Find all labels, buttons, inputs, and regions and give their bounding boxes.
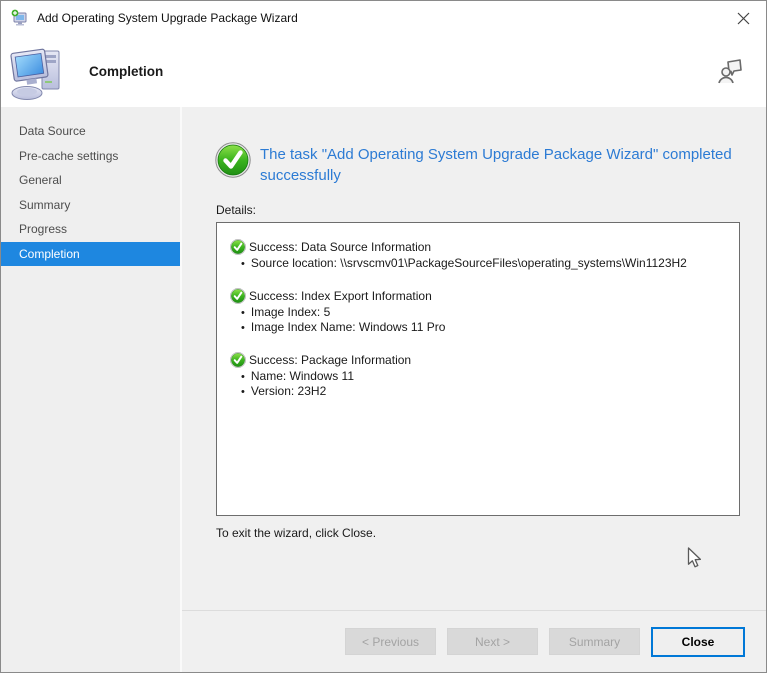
bullet-item: Image Index Name: Windows 11 Pro [241, 320, 729, 336]
section-title-row: Success: Data Source Information [230, 239, 729, 255]
bullet-item: Name: Windows 11 [241, 369, 729, 385]
section-bullets: Source location: \\srvscmv01\PackageSour… [230, 256, 729, 272]
exit-hint: To exit the wizard, click Close. [216, 526, 766, 540]
mouse-cursor-icon [687, 547, 702, 569]
details-section-data-source: Success: Data Source Information Source … [230, 239, 729, 272]
sidebar-item-general[interactable]: General [1, 168, 180, 193]
page-title: Completion [89, 64, 163, 79]
wizard-sidebar: Data Source Pre-cache settings General S… [1, 107, 182, 672]
wizard-body: Data Source Pre-cache settings General S… [1, 107, 766, 672]
green-check-circle-icon [230, 288, 246, 304]
next-button[interactable]: Next > [447, 628, 538, 655]
success-banner: The task "Add Operating System Upgrade P… [215, 142, 766, 186]
close-button[interactable]: Close [651, 627, 745, 657]
section-title-row: Success: Package Information [230, 352, 729, 368]
computer-icon [9, 43, 67, 101]
sidebar-item-summary[interactable]: Summary [1, 193, 180, 218]
summary-button[interactable]: Summary [549, 628, 640, 655]
sidebar-item-completion[interactable]: Completion [1, 242, 180, 267]
wizard-header: Completion [1, 35, 766, 107]
details-section-index-export: Success: Index Export Information Image … [230, 288, 729, 336]
titlebar: Add Operating System Upgrade Package Wiz… [1, 1, 766, 35]
app-icon [11, 9, 29, 27]
close-icon [737, 12, 750, 25]
window-title: Add Operating System Upgrade Package Wiz… [37, 11, 298, 25]
sidebar-item-pre-cache-settings[interactable]: Pre-cache settings [1, 144, 180, 169]
green-check-circle-icon [215, 142, 251, 178]
button-bar: < Previous Next > Summary Close [182, 610, 766, 672]
section-title-row: Success: Index Export Information [230, 288, 729, 304]
green-check-circle-icon [230, 352, 246, 368]
details-section-package: Success: Package Information Name: Windo… [230, 352, 729, 400]
section-bullets: Name: Windows 11 Version: 23H2 [230, 369, 729, 400]
section-title: Success: Package Information [249, 353, 411, 367]
completion-heading: The task "Add Operating System Upgrade P… [260, 144, 738, 186]
feedback-icon[interactable] [716, 56, 744, 86]
completion-panel: The task "Add Operating System Upgrade P… [182, 107, 766, 672]
window-close-button[interactable] [728, 5, 758, 31]
wizard-window: Add Operating System Upgrade Package Wiz… [0, 0, 767, 673]
section-title: Success: Index Export Information [249, 289, 432, 303]
bullet-item: Source location: \\srvscmv01\PackageSour… [241, 256, 729, 272]
bullet-item: Version: 23H2 [241, 384, 729, 400]
green-check-circle-icon [230, 239, 246, 255]
sidebar-item-progress[interactable]: Progress [1, 217, 180, 242]
bullet-item: Image Index: 5 [241, 305, 729, 321]
details-label: Details: [216, 203, 766, 217]
section-bullets: Image Index: 5 Image Index Name: Windows… [230, 305, 729, 336]
previous-button[interactable]: < Previous [345, 628, 436, 655]
section-title: Success: Data Source Information [249, 240, 431, 254]
sidebar-item-data-source[interactable]: Data Source [1, 119, 180, 144]
details-box[interactable]: Success: Data Source Information Source … [216, 222, 740, 516]
